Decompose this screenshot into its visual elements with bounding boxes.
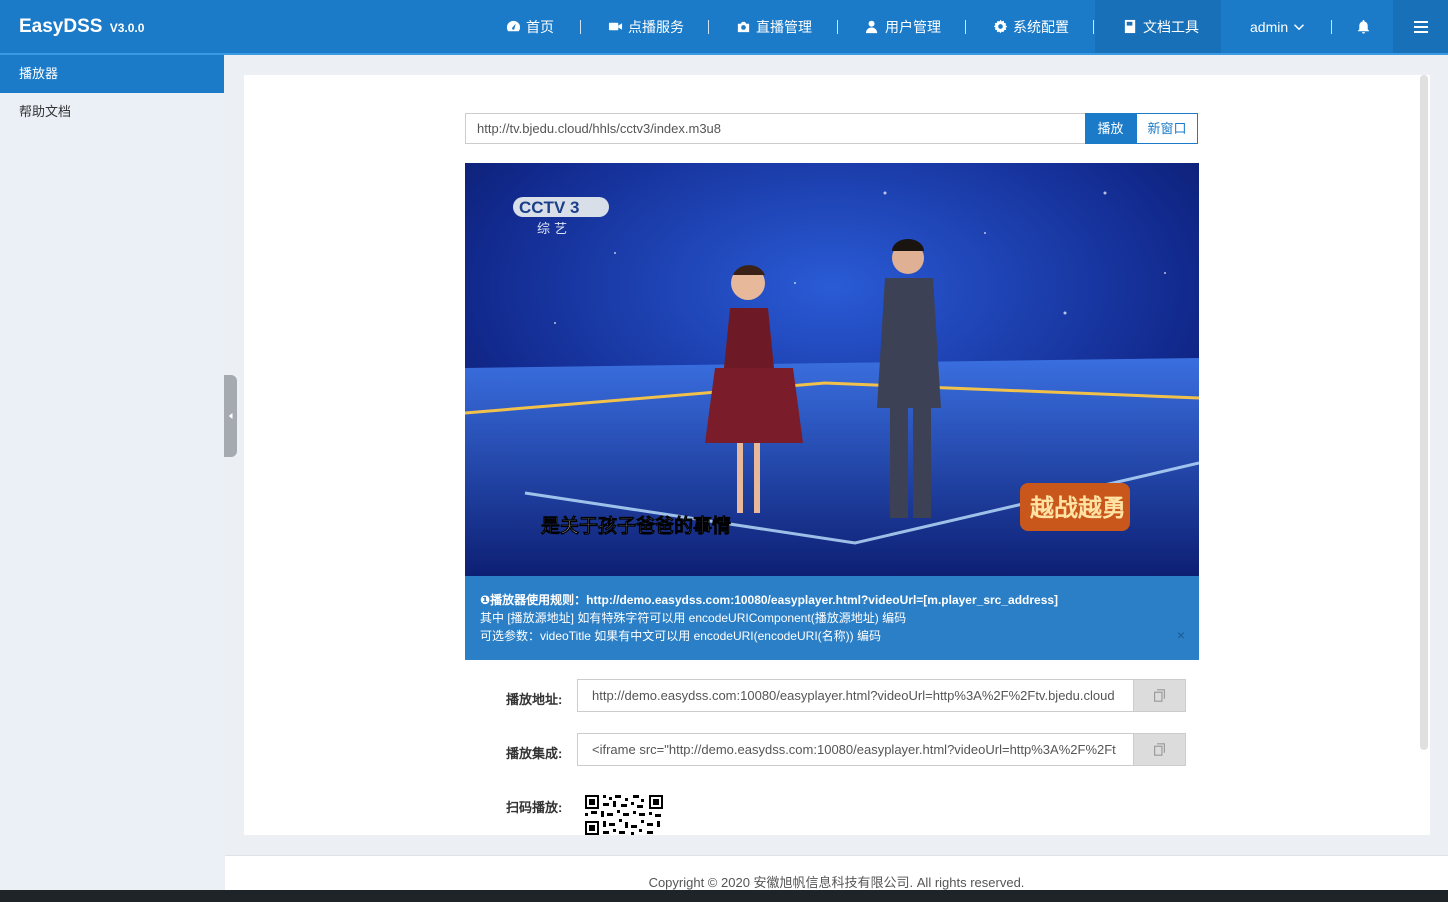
user-menu[interactable]: admin: [1250, 0, 1305, 53]
sidebar-collapse-handle[interactable]: [224, 375, 237, 457]
info-line-rule: ❶播放器使用规则：http://demo.easydss.com:10080/e…: [480, 593, 1059, 607]
stream-url-input[interactable]: http://tv.bjedu.cloud/hhls/cctv3/index.m…: [465, 113, 1086, 144]
nav-docs-label: 文档工具: [1143, 18, 1199, 35]
copy-play-address-button[interactable]: [1133, 679, 1186, 712]
info-line-optional: 可选参数：videoTitle 如果有中文可以用 encodeURI(encod…: [480, 629, 881, 643]
bell-icon: [1357, 19, 1369, 34]
player-usage-info: ❶播放器使用规则：http://demo.easydss.com:10080/e…: [465, 576, 1199, 660]
hamburger-menu-button[interactable]: [1393, 0, 1448, 53]
info-line-encode: 其中 [播放源地址] 如有特殊字符可以用 encodeURIComponent(…: [480, 611, 907, 625]
copy-icon: [1154, 689, 1165, 702]
nav-live-label: 直播管理: [756, 18, 812, 35]
video-camera-icon: [608, 22, 623, 31]
sidebar-item-help[interactable]: 帮助文档: [0, 93, 224, 131]
username: admin: [1250, 18, 1289, 35]
nav-vod-label: 点播服务: [628, 18, 684, 35]
embed-code-label: 播放集成:: [506, 746, 563, 761]
user-icon: [865, 20, 878, 34]
player-panel: http://tv.bjedu.cloud/hhls/cctv3/index.m…: [244, 75, 1430, 835]
show-logo-text: 越战越勇: [1030, 494, 1126, 522]
video-player[interactable]: CCTV 3 综 艺 越战越勇 是关于孩子爸爸的事情: [465, 163, 1199, 576]
nav-users[interactable]: 用户管理: [865, 0, 941, 53]
nav-divider: [837, 20, 838, 34]
video-subtitle: 是关于孩子爸爸的事情: [541, 514, 731, 537]
channel-sub-text: 综 艺: [537, 222, 567, 237]
qr-code: [585, 795, 663, 835]
nav-settings[interactable]: 系统配置: [993, 0, 1069, 53]
nav-vod[interactable]: 点播服务: [608, 0, 684, 53]
play-address-label: 播放地址:: [506, 692, 563, 707]
video-frame: CCTV 3 综 艺 越战越勇 是关于孩子爸爸的事情: [465, 163, 1199, 576]
qr-label: 扫码播放:: [506, 800, 563, 815]
nav-live[interactable]: 直播管理: [736, 0, 812, 53]
app-version: V3.0.0: [109, 21, 145, 35]
live-camera-icon: [737, 21, 750, 33]
app-logo[interactable]: EasyDSS V3.0.0: [19, 16, 144, 38]
footer: Copyright © 2020 安徽旭帆信息科技有限公司. All right…: [225, 855, 1448, 890]
hamburger-icon: [1413, 20, 1428, 33]
new-window-button[interactable]: 新窗口: [1136, 113, 1198, 144]
nav-home-label: 首页: [526, 18, 554, 35]
nav-home[interactable]: 首页: [506, 0, 554, 53]
play-address-field[interactable]: http://demo.easydss.com:10080/easyplayer…: [577, 679, 1134, 712]
chevron-down-icon: [1294, 23, 1305, 30]
sidebar: 播放器 帮助文档: [0, 55, 224, 902]
dashboard-icon: [506, 20, 521, 32]
info-close-icon[interactable]: ×: [1177, 626, 1185, 644]
nav-users-label: 用户管理: [885, 18, 941, 35]
notifications-button[interactable]: [1345, 0, 1381, 53]
copy-embed-code-button[interactable]: [1133, 733, 1186, 766]
gear-icon: [993, 19, 1008, 34]
caret-left-icon: [228, 413, 232, 419]
nav-divider: [965, 20, 966, 34]
copy-icon: [1154, 743, 1165, 756]
nav-divider: [708, 20, 709, 34]
sidebar-item-player[interactable]: 播放器: [0, 55, 224, 93]
nav-docs[interactable]: 文档工具: [1123, 0, 1199, 53]
nav-divider: [1331, 20, 1332, 34]
embed-code-field[interactable]: <iframe src="http://demo.easydss.com:100…: [577, 733, 1134, 766]
os-taskbar: [0, 890, 1448, 902]
app-name: EasyDSS: [19, 16, 103, 37]
nav-divider: [580, 20, 581, 34]
nav-divider: [1093, 20, 1094, 34]
channel-logo-text: CCTV 3: [519, 198, 579, 217]
copyright-text: Copyright © 2020 安徽旭帆信息科技有限公司. All right…: [648, 875, 1025, 890]
nav-settings-label: 系统配置: [1013, 18, 1069, 35]
book-icon: [1124, 19, 1136, 34]
content-scrollbar[interactable]: [1420, 75, 1428, 750]
top-navbar: EasyDSS V3.0.0 首页 点播服务 直播管理 用户管理 系统配置 文档…: [0, 0, 1448, 55]
play-button[interactable]: 播放: [1085, 113, 1136, 144]
